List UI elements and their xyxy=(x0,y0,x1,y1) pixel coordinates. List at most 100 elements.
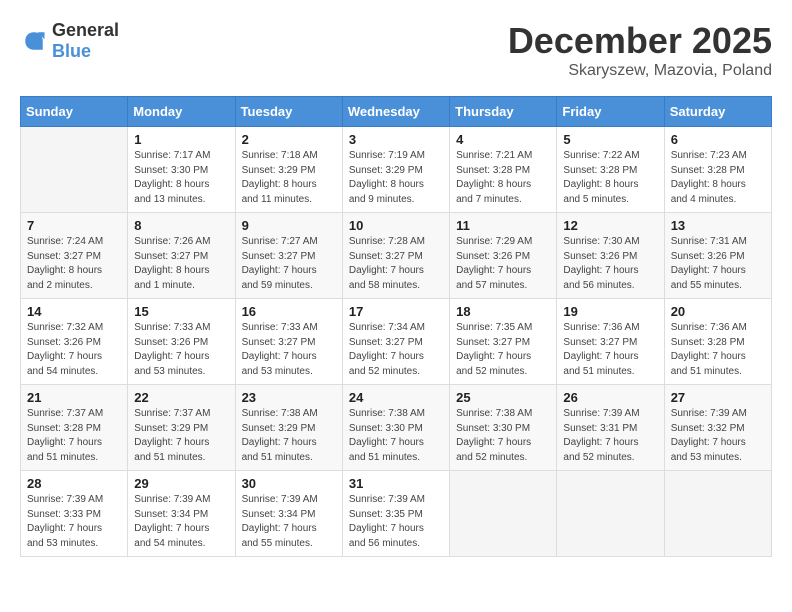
day-info: Sunrise: 7:33 AM Sunset: 3:26 PM Dayligh… xyxy=(134,321,228,379)
calendar-cell: 31Sunrise: 7:39 AM Sunset: 3:35 PM Dayli… xyxy=(342,471,449,557)
calendar-cell: 26Sunrise: 7:39 AM Sunset: 3:31 PM Dayli… xyxy=(557,385,664,471)
day-number: 29 xyxy=(134,476,228,491)
calendar-week-row: 7 Sunrise: 7:24 AM Sunset: 3:27 PM Daylig… xyxy=(21,213,772,299)
day-info: Sunrise: 7:31 AM Sunset: 3:26 PM Dayligh… xyxy=(671,235,765,293)
calendar-cell: 4 Sunrise: 7:21 AM Sunset: 3:28 PM Daylig… xyxy=(450,127,557,213)
calendar-cell: 1 Sunrise: 7:17 AM Sunset: 3:30 PM Daylig… xyxy=(128,127,235,213)
day-of-week-header: Tuesday xyxy=(235,97,342,127)
day-number: 19 xyxy=(563,304,657,319)
calendar-cell xyxy=(664,471,771,557)
calendar-cell: 18Sunrise: 7:35 AM Sunset: 3:27 PM Dayli… xyxy=(450,299,557,385)
day-info: Sunrise: 7:22 AM Sunset: 3:28 PM Dayligh… xyxy=(563,149,657,207)
day-number: 13 xyxy=(671,218,765,233)
day-number: 2 xyxy=(242,132,336,147)
day-info: Sunrise: 7:39 AM Sunset: 3:34 PM Dayligh… xyxy=(242,493,336,551)
day-info: Sunrise: 7:18 AM Sunset: 3:29 PM Dayligh… xyxy=(242,149,336,207)
calendar-cell: 25Sunrise: 7:38 AM Sunset: 3:30 PM Dayli… xyxy=(450,385,557,471)
calendar-cell xyxy=(557,471,664,557)
day-of-week-header: Sunday xyxy=(21,97,128,127)
calendar-table: SundayMondayTuesdayWednesdayThursdayFrid… xyxy=(20,96,772,557)
calendar-cell: 5 Sunrise: 7:22 AM Sunset: 3:28 PM Daylig… xyxy=(557,127,664,213)
day-info: Sunrise: 7:28 AM Sunset: 3:27 PM Dayligh… xyxy=(349,235,443,293)
calendar-week-row: 21 Sunrise: 7:37 AM Sunset: 3:28 PM Dayli… xyxy=(21,385,772,471)
day-info: Sunrise: 7:39 AM Sunset: 3:35 PM Dayligh… xyxy=(349,493,443,551)
day-number: 24 xyxy=(349,390,443,405)
day-number: 25 xyxy=(456,390,550,405)
day-info: Sunrise: 7:37 AM Sunset: 3:28 PM Dayligh… xyxy=(27,407,121,465)
day-number: 3 xyxy=(349,132,443,147)
day-number: 11 xyxy=(456,218,550,233)
day-info: Sunrise: 7:26 AM Sunset: 3:27 PM Dayligh… xyxy=(134,235,228,293)
day-info: Sunrise: 7:29 AM Sunset: 3:26 PM Dayligh… xyxy=(456,235,550,293)
calendar-cell: 14 Sunrise: 7:32 AM Sunset: 3:26 PM Dayli… xyxy=(21,299,128,385)
calendar-cell: 13 Sunrise: 7:31 AM Sunset: 3:26 PM Dayli… xyxy=(664,213,771,299)
day-number: 22 xyxy=(134,390,228,405)
day-of-week-header: Saturday xyxy=(664,97,771,127)
day-info: Sunrise: 7:36 AM Sunset: 3:28 PM Dayligh… xyxy=(671,321,765,379)
day-info: Sunrise: 7:34 AM Sunset: 3:27 PM Dayligh… xyxy=(349,321,443,379)
calendar-cell: 27 Sunrise: 7:39 AM Sunset: 3:32 PM Dayli… xyxy=(664,385,771,471)
calendar-cell: 16 Sunrise: 7:33 AM Sunset: 3:27 PM Dayli… xyxy=(235,299,342,385)
day-number: 15 xyxy=(134,304,228,319)
calendar-cell: 12 Sunrise: 7:30 AM Sunset: 3:26 PM Dayli… xyxy=(557,213,664,299)
day-number: 27 xyxy=(671,390,765,405)
day-number: 30 xyxy=(242,476,336,491)
day-number: 5 xyxy=(563,132,657,147)
calendar-cell: 20Sunrise: 7:36 AM Sunset: 3:28 PM Dayli… xyxy=(664,299,771,385)
day-info: Sunrise: 7:32 AM Sunset: 3:26 PM Dayligh… xyxy=(27,321,121,379)
day-number: 21 xyxy=(27,390,121,405)
day-number: 12 xyxy=(563,218,657,233)
day-number: 6 xyxy=(671,132,765,147)
calendar-week-row: 14 Sunrise: 7:32 AM Sunset: 3:26 PM Dayli… xyxy=(21,299,772,385)
title-block: December 2025 Skaryszew, Mazovia, Poland xyxy=(508,20,772,80)
day-of-week-header: Thursday xyxy=(450,97,557,127)
calendar-cell: 2 Sunrise: 7:18 AM Sunset: 3:29 PM Daylig… xyxy=(235,127,342,213)
day-info: Sunrise: 7:21 AM Sunset: 3:28 PM Dayligh… xyxy=(456,149,550,207)
day-info: Sunrise: 7:24 AM Sunset: 3:27 PM Dayligh… xyxy=(27,235,121,293)
calendar-cell: 19 Sunrise: 7:36 AM Sunset: 3:27 PM Dayli… xyxy=(557,299,664,385)
day-number: 23 xyxy=(242,390,336,405)
day-number: 9 xyxy=(242,218,336,233)
day-number: 14 xyxy=(27,304,121,319)
calendar-cell xyxy=(450,471,557,557)
day-info: Sunrise: 7:33 AM Sunset: 3:27 PM Dayligh… xyxy=(242,321,336,379)
day-info: Sunrise: 7:19 AM Sunset: 3:29 PM Dayligh… xyxy=(349,149,443,207)
calendar-subtitle: Skaryszew, Mazovia, Poland xyxy=(508,62,772,80)
calendar-cell: 24Sunrise: 7:38 AM Sunset: 3:30 PM Dayli… xyxy=(342,385,449,471)
logo-icon xyxy=(20,27,48,55)
calendar-cell: 7 Sunrise: 7:24 AM Sunset: 3:27 PM Daylig… xyxy=(21,213,128,299)
calendar-cell: 11 Sunrise: 7:29 AM Sunset: 3:26 PM Dayli… xyxy=(450,213,557,299)
day-info: Sunrise: 7:39 AM Sunset: 3:33 PM Dayligh… xyxy=(27,493,121,551)
day-of-week-header: Wednesday xyxy=(342,97,449,127)
calendar-cell: 23 Sunrise: 7:38 AM Sunset: 3:29 PM Dayli… xyxy=(235,385,342,471)
calendar-cell: 10Sunrise: 7:28 AM Sunset: 3:27 PM Dayli… xyxy=(342,213,449,299)
calendar-cell: 30 Sunrise: 7:39 AM Sunset: 3:34 PM Dayli… xyxy=(235,471,342,557)
day-number: 17 xyxy=(349,304,443,319)
day-of-week-header: Monday xyxy=(128,97,235,127)
day-info: Sunrise: 7:27 AM Sunset: 3:27 PM Dayligh… xyxy=(242,235,336,293)
calendar-cell: 28Sunrise: 7:39 AM Sunset: 3:33 PM Dayli… xyxy=(21,471,128,557)
logo: General Blue xyxy=(20,20,119,62)
day-info: Sunrise: 7:17 AM Sunset: 3:30 PM Dayligh… xyxy=(134,149,228,207)
day-info: Sunrise: 7:39 AM Sunset: 3:34 PM Dayligh… xyxy=(134,493,228,551)
day-info: Sunrise: 7:39 AM Sunset: 3:32 PM Dayligh… xyxy=(671,407,765,465)
day-of-week-header: Friday xyxy=(557,97,664,127)
calendar-week-row: 1 Sunrise: 7:17 AM Sunset: 3:30 PM Daylig… xyxy=(21,127,772,213)
calendar-cell: 21 Sunrise: 7:37 AM Sunset: 3:28 PM Dayli… xyxy=(21,385,128,471)
day-number: 7 xyxy=(27,218,121,233)
logo-text-general: General xyxy=(52,20,119,40)
calendar-cell: 8 Sunrise: 7:26 AM Sunset: 3:27 PM Daylig… xyxy=(128,213,235,299)
day-number: 4 xyxy=(456,132,550,147)
calendar-cell xyxy=(21,127,128,213)
day-info: Sunrise: 7:30 AM Sunset: 3:26 PM Dayligh… xyxy=(563,235,657,293)
calendar-cell: 6Sunrise: 7:23 AM Sunset: 3:28 PM Daylig… xyxy=(664,127,771,213)
day-info: Sunrise: 7:37 AM Sunset: 3:29 PM Dayligh… xyxy=(134,407,228,465)
day-number: 8 xyxy=(134,218,228,233)
day-number: 16 xyxy=(242,304,336,319)
calendar-cell: 3 Sunrise: 7:19 AM Sunset: 3:29 PM Daylig… xyxy=(342,127,449,213)
day-number: 1 xyxy=(134,132,228,147)
day-info: Sunrise: 7:36 AM Sunset: 3:27 PM Dayligh… xyxy=(563,321,657,379)
day-info: Sunrise: 7:39 AM Sunset: 3:31 PM Dayligh… xyxy=(563,407,657,465)
day-info: Sunrise: 7:38 AM Sunset: 3:29 PM Dayligh… xyxy=(242,407,336,465)
calendar-cell: 17 Sunrise: 7:34 AM Sunset: 3:27 PM Dayli… xyxy=(342,299,449,385)
